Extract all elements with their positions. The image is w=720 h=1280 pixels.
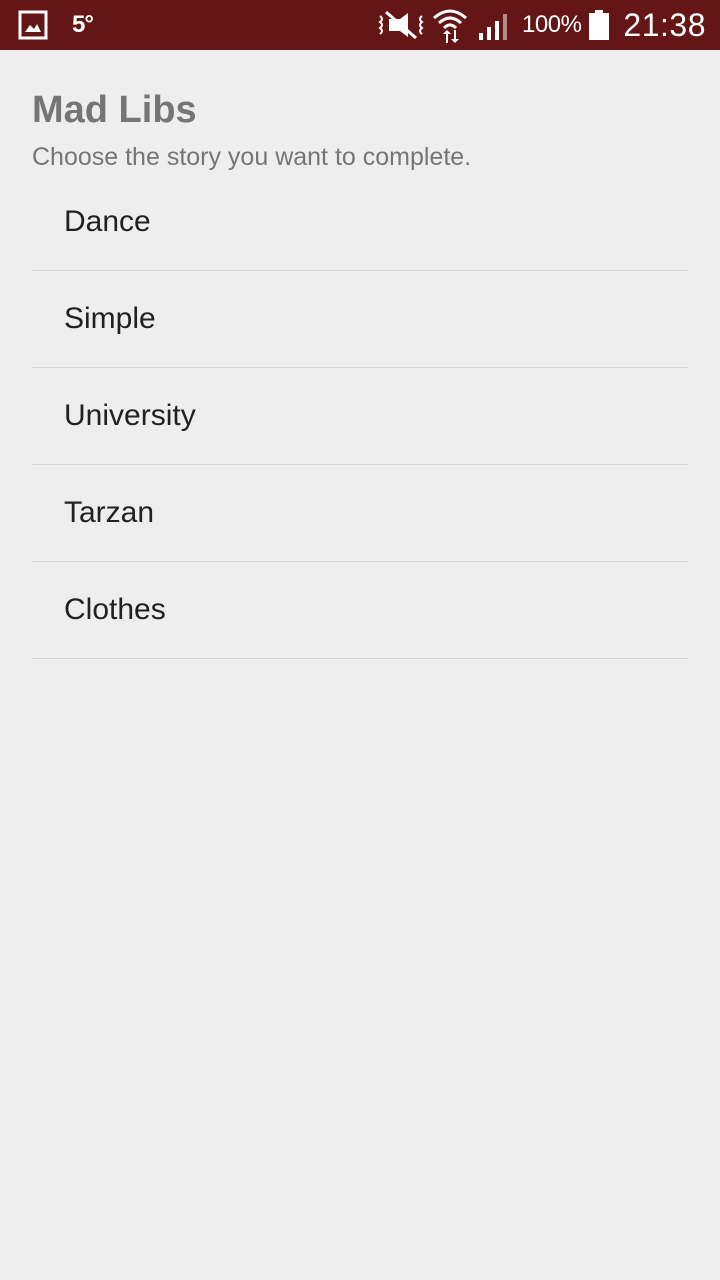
story-item-clothes[interactable]: Clothes: [32, 562, 688, 659]
signal-icon: [478, 9, 512, 41]
battery-icon: [589, 10, 610, 40]
story-item-dance[interactable]: Dance: [32, 174, 688, 271]
page-title: Mad Libs: [32, 89, 197, 131]
main-content: Mad Libs Choose the story you want to co…: [0, 50, 720, 1280]
clock-text: 21:38: [623, 7, 706, 43]
story-label: Simple: [64, 302, 156, 335]
story-item-tarzan[interactable]: Tarzan: [32, 465, 688, 562]
status-right: 100% 21:38: [378, 7, 720, 43]
status-left: 5°: [0, 10, 94, 40]
story-label: Clothes: [64, 593, 166, 626]
story-label: Tarzan: [64, 496, 155, 529]
story-item-simple[interactable]: Simple: [32, 271, 688, 368]
story-list: Dance Simple University Tarzan Clothes: [32, 174, 688, 659]
battery-percent-text: 100%: [522, 11, 582, 38]
gallery-icon: [18, 10, 48, 40]
wifi-icon: [432, 7, 468, 43]
mute-icon: [378, 10, 424, 40]
story-label: University: [64, 399, 196, 432]
temperature-text: 5°: [72, 11, 94, 38]
page-subtitle: Choose the story you want to complete.: [32, 143, 472, 171]
story-label: Dance: [64, 205, 151, 238]
story-item-university[interactable]: University: [32, 368, 688, 465]
status-bar: 5° 100% 21:38: [0, 0, 720, 50]
